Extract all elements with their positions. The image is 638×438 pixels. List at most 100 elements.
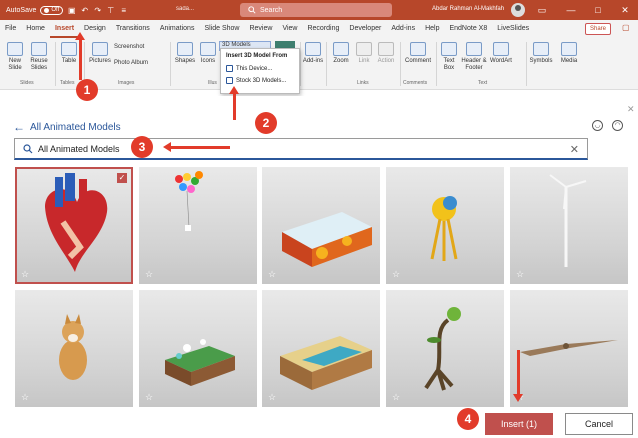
comment-button[interactable]: Comment (402, 42, 434, 65)
tab-home[interactable]: Home (21, 20, 50, 38)
model-tile-beach-terrain[interactable]: ☆ (262, 290, 380, 407)
document-name[interactable]: sada... (176, 6, 194, 12)
media-button[interactable]: Media (557, 42, 581, 65)
tab-file[interactable]: File (0, 20, 21, 38)
tab-endnote[interactable]: EndNote X8 (444, 20, 492, 38)
balloons-model-thumbnail (175, 171, 203, 231)
model-tile-shiba-dog[interactable]: ☆ (15, 290, 133, 407)
dialog-close-icon[interactable]: ✕ (627, 104, 635, 115)
action-button[interactable]: Action (375, 42, 397, 65)
model-tile-pterodactyl[interactable]: ☆ (510, 290, 628, 407)
annotation-arrow-1 (79, 40, 82, 80)
table-button[interactable]: Table (58, 42, 80, 65)
search-icon (23, 143, 33, 153)
tab-liveslides[interactable]: LiveSlides (492, 20, 534, 38)
tab-slide-show[interactable]: Slide Show (199, 20, 244, 38)
text-box-button[interactable]: Text Box (438, 42, 460, 72)
customize-qat-icon[interactable]: ≡ (119, 6, 128, 15)
model-tile-wind-turbine[interactable]: ☆ (510, 167, 628, 284)
heart-model-thumbnail (45, 173, 108, 272)
minimize-button[interactable]: — (563, 3, 579, 17)
pictures-button[interactable]: Pictures (88, 42, 112, 65)
model-tile-island-scene[interactable]: ☆ (139, 290, 257, 407)
redo-icon[interactable]: ↷ (93, 6, 102, 15)
new-slide-label: New Slide (8, 58, 22, 71)
link-button[interactable]: Link (354, 42, 374, 65)
cancel-button[interactable]: Cancel (565, 413, 633, 435)
ribbon-tabs: File Home Insert Design Transitions Anim… (0, 20, 638, 38)
model-tile-balloons[interactable]: ☆ (139, 167, 257, 284)
model-tile-plant-creature[interactable]: ☆ (386, 290, 504, 407)
model-tile-yellow-creature[interactable]: ☆ (386, 167, 504, 284)
search-input[interactable] (38, 143, 538, 154)
link-icon (356, 42, 372, 56)
header-footer-button[interactable]: Header & Footer (461, 42, 487, 72)
back-button[interactable]: ← All Animated Models (13, 120, 121, 134)
animated-3d-icon: ☆ (392, 392, 401, 402)
ribbon-divider (436, 42, 437, 86)
tab-help[interactable]: Help (420, 20, 444, 38)
tab-review[interactable]: Review (244, 20, 277, 38)
insert-button[interactable]: Insert (1) (485, 413, 553, 435)
add-ins-button[interactable]: Add-ins (302, 42, 324, 65)
ribbon-divider (400, 42, 401, 86)
tab-add-ins[interactable]: Add-ins (386, 20, 420, 38)
search-field[interactable]: ✕ (14, 138, 588, 160)
island-model-thumbnail (165, 339, 235, 386)
step-badge-3: 3 (131, 136, 153, 158)
add-ins-icon (305, 42, 321, 56)
icons-button[interactable]: Icons (198, 42, 218, 65)
smile-feedback-icon[interactable]: ◡ (592, 120, 603, 131)
tab-transitions[interactable]: Transitions (111, 20, 155, 38)
header-footer-icon (466, 42, 482, 56)
autosave-toggle[interactable]: Off (40, 5, 64, 15)
tab-recording[interactable]: Recording (302, 20, 344, 38)
ribbon-divider (526, 42, 527, 86)
media-label: Media (560, 58, 578, 64)
clear-search-icon[interactable]: ✕ (570, 143, 579, 156)
zoom-button[interactable]: Zoom (330, 42, 352, 65)
selected-check-icon: ✓ (117, 173, 127, 183)
stock-3d-models-menu-item[interactable]: Stock 3D Models... (221, 74, 299, 86)
model-tile-lava-block[interactable]: ☆ (262, 167, 380, 284)
new-slide-icon (7, 42, 23, 56)
ribbon-display-icon[interactable]: ▭ (534, 3, 550, 17)
undo-icon[interactable]: ↶ (80, 6, 89, 15)
new-slide-button[interactable]: New Slide (4, 42, 26, 72)
model-tile-heart[interactable]: ✓ ☆ (15, 167, 133, 284)
title-search-box[interactable]: Search (240, 3, 392, 17)
animated-3d-icon: ☆ (21, 269, 30, 279)
tab-animations[interactable]: Animations (155, 20, 200, 38)
screenshot-button[interactable]: Screenshot (114, 44, 162, 51)
pterodactyl-model-thumbnail (520, 340, 618, 356)
presenter-icon[interactable]: ⊤ (106, 6, 115, 15)
stock-icon (226, 77, 233, 84)
restore-button[interactable]: □ (590, 3, 606, 17)
tab-view[interactable]: View (277, 20, 302, 38)
symbols-button[interactable]: Symbols (528, 42, 554, 65)
reuse-slides-button[interactable]: Reuse Slides (28, 42, 50, 72)
this-device-menu-item[interactable]: This Device... (221, 62, 299, 74)
ribbon-divider (326, 42, 327, 86)
media-icon (561, 42, 577, 56)
close-button[interactable]: ✕ (617, 3, 633, 17)
beach-terrain-model-thumbnail (280, 336, 372, 390)
annotation-arrowhead-3 (163, 142, 171, 152)
shapes-icon (177, 42, 193, 56)
text-box-label: Text Box (443, 58, 455, 71)
frown-feedback-icon[interactable]: ◠ (612, 120, 623, 131)
stock-3d-models-label: Stock 3D Models... (236, 77, 287, 84)
save-icon[interactable]: ▣ (67, 6, 76, 15)
group-tables-label: Tables (60, 80, 75, 86)
avatar[interactable] (511, 3, 525, 17)
wordart-button[interactable]: WordArt (488, 42, 514, 65)
user-name[interactable]: Abdar Rahman Al-Makhfah (432, 6, 504, 12)
photo-album-button[interactable]: Photo Album (114, 60, 166, 67)
symbols-icon (533, 42, 549, 56)
link-label: Link (358, 58, 370, 64)
comments-icon[interactable]: ▢ (622, 23, 634, 35)
share-button[interactable]: Share (585, 23, 612, 35)
shapes-button[interactable]: Shapes (174, 42, 196, 65)
tab-developer[interactable]: Developer (344, 20, 386, 38)
action-label: Action (377, 58, 395, 64)
